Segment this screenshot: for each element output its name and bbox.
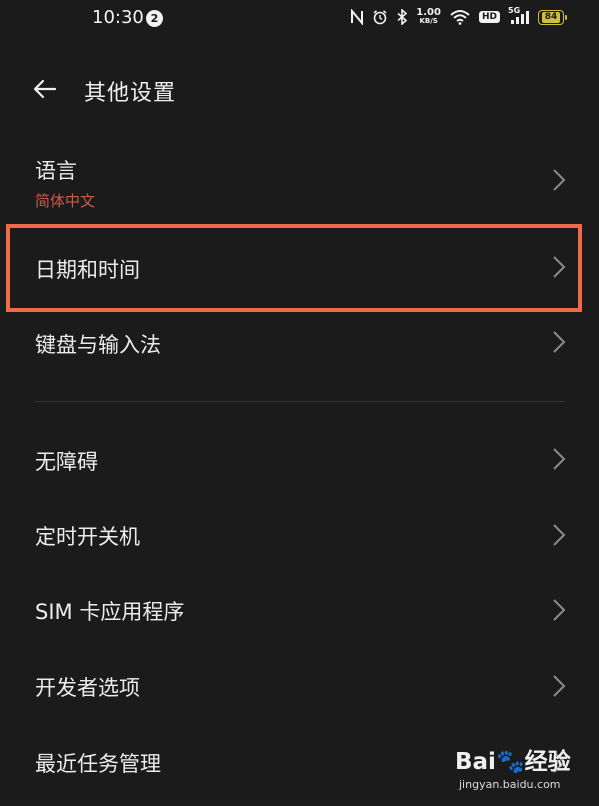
signal-label: 5G: [508, 6, 521, 15]
hd-badge: HD: [478, 11, 500, 23]
notification-count-badge: 2: [146, 10, 163, 27]
paw-icon: 🐾: [495, 749, 525, 775]
setting-scheduled-power[interactable]: 定时开关机: [0, 500, 599, 572]
chevron-right-icon: [553, 599, 566, 621]
watermark-brand-suffix: 经验: [524, 749, 571, 775]
back-arrow-icon[interactable]: [30, 74, 60, 104]
app-header: 其他设置: [0, 60, 599, 118]
chevron-right-icon: [553, 256, 566, 278]
page-title: 其他设置: [84, 81, 177, 106]
network-speed: 1.00 KB/S: [416, 8, 441, 26]
chevron-right-icon: [553, 169, 566, 191]
setting-recent-tasks-label: 最近任务管理: [35, 752, 161, 776]
status-time: 10:30: [92, 7, 144, 28]
setting-scheduled-power-label: 定时开关机: [35, 525, 140, 549]
chevron-right-icon: [553, 448, 566, 470]
watermark-brand: Bai🐾经验: [455, 742, 571, 776]
section-divider: [35, 401, 564, 402]
net-speed-unit: KB/S: [419, 17, 438, 25]
signal-icon: 5G: [508, 6, 530, 25]
alarm-icon: [372, 9, 388, 25]
setting-sim-toolkit[interactable]: SIM 卡应用程序: [0, 574, 599, 646]
baidu-watermark: Bai🐾经验 jingyan.baidu.com: [455, 742, 595, 802]
setting-language-label: 语言: [35, 159, 77, 183]
bluetooth-icon: [396, 9, 408, 25]
status-icons: 1.00 KB/S HD 5G 84: [350, 6, 567, 26]
battery-icon: 84: [538, 9, 567, 25]
setting-date-time-label: 日期和时间: [35, 258, 140, 282]
setting-keyboard-input[interactable]: 键盘与输入法: [0, 312, 599, 378]
net-speed-value: 1.00: [416, 7, 441, 18]
battery-level: 84: [541, 11, 561, 23]
setting-language-value: 简体中文: [35, 192, 96, 210]
chevron-right-icon: [553, 675, 566, 697]
watermark-url: jingyan.baidu.com: [459, 778, 561, 791]
nfc-icon: [350, 9, 364, 25]
setting-accessibility[interactable]: 无障碍: [0, 424, 599, 496]
setting-language[interactable]: 语言 简体中文: [0, 140, 599, 220]
wifi-icon: [449, 9, 471, 25]
setting-date-time[interactable]: 日期和时间: [0, 228, 599, 308]
setting-developer-options-label: 开发者选项: [35, 676, 140, 700]
setting-keyboard-input-label: 键盘与输入法: [35, 333, 161, 357]
setting-sim-toolkit-label: SIM 卡应用程序: [35, 600, 185, 624]
status-bar: 10:30 2 1.00 KB/S HD 5G 84: [0, 0, 599, 38]
setting-accessibility-label: 无障碍: [35, 450, 98, 474]
setting-developer-options[interactable]: 开发者选项: [0, 650, 599, 722]
chevron-right-icon: [553, 331, 566, 353]
watermark-brand-text: Bai: [455, 749, 496, 775]
chevron-right-icon: [553, 524, 566, 546]
